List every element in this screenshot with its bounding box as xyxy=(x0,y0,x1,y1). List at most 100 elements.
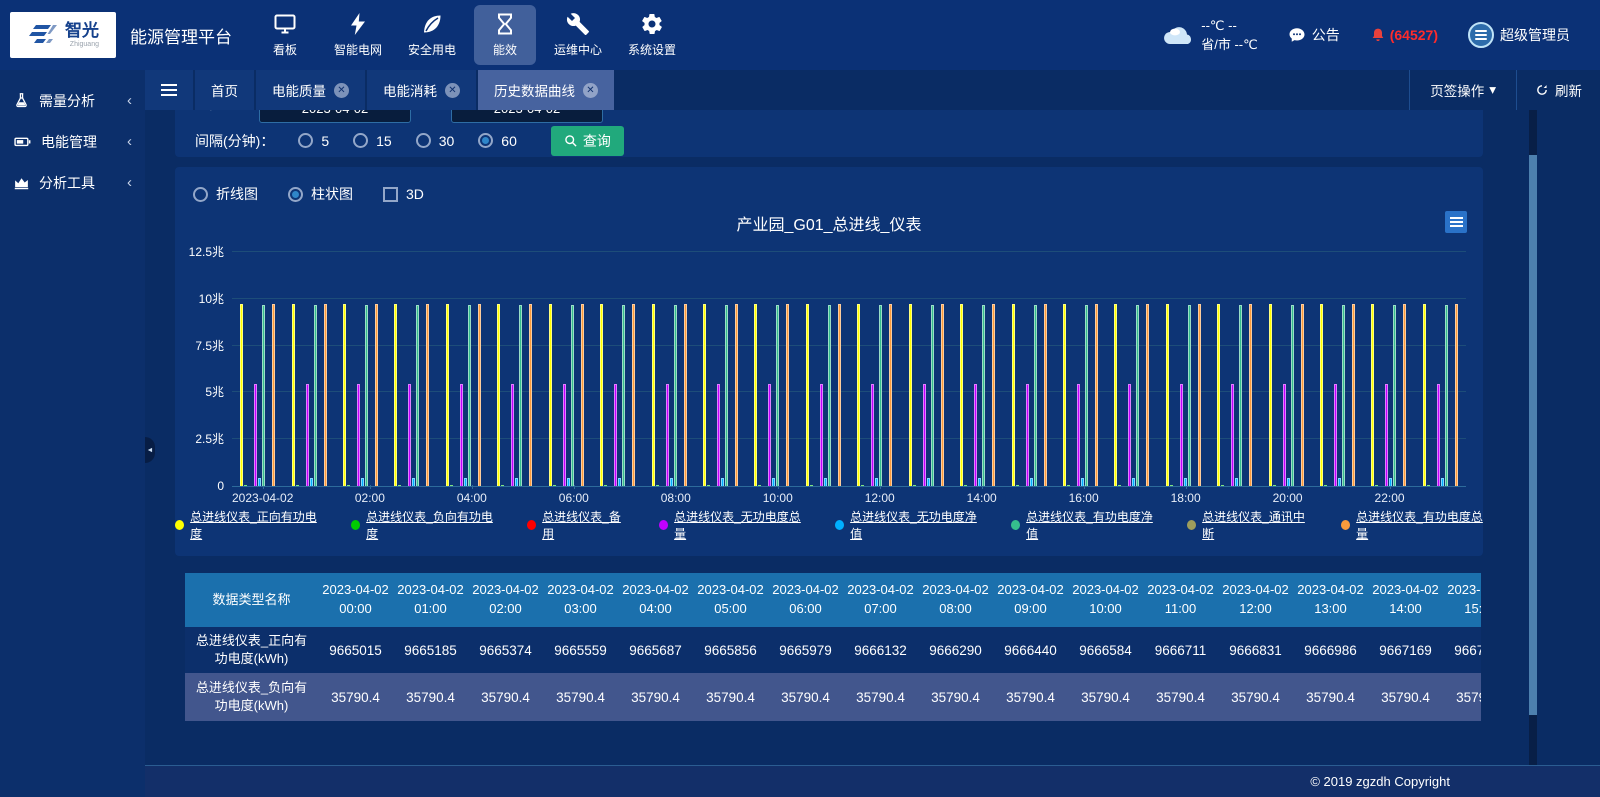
bar-group xyxy=(1260,252,1311,486)
nav-item-system-settings[interactable]: 系统设置 xyxy=(620,5,684,65)
x-axis-label: 02:00 xyxy=(344,491,395,505)
alarm-button[interactable]: (64527) xyxy=(1370,26,1438,44)
nav-item-safe-power[interactable]: 安全用电 xyxy=(400,5,464,65)
x-axis-label: 18:00 xyxy=(1160,491,1211,505)
legend-item[interactable]: 总进线仪表_无功电度总量 xyxy=(659,508,801,542)
search-button[interactable]: 查询 xyxy=(551,126,624,156)
start-date-input[interactable]: 2023-04-02 xyxy=(259,110,411,123)
interval-option-60[interactable]: 60 xyxy=(478,133,517,149)
chart-bar xyxy=(1235,478,1238,486)
main-content: ◄ 时间： 2023-04-02 2023-04-02 间隔(分钟)： 5 15… xyxy=(145,110,1600,765)
line-chart-option[interactable]: 折线图 xyxy=(193,184,258,204)
interval-option-5[interactable]: 5 xyxy=(298,133,329,149)
bar-group xyxy=(386,252,437,486)
nav-item-dashboard[interactable]: 看板 xyxy=(254,5,316,65)
legend-dot xyxy=(527,520,536,530)
tab-label: 历史数据曲线 xyxy=(494,80,575,100)
sidebar-item-demand-analysis[interactable]: 需量分析 ‹ xyxy=(0,80,145,121)
end-date-input[interactable]: 2023-04-02 xyxy=(451,110,603,123)
chart-bar xyxy=(1221,485,1224,486)
chart-export-menu-button[interactable] xyxy=(1445,211,1467,233)
chart-bar xyxy=(1166,304,1169,486)
chart-bar xyxy=(632,304,635,486)
chart-bar xyxy=(258,478,261,486)
chart-bar xyxy=(889,304,892,486)
bar-chart-option[interactable]: 柱状图 xyxy=(288,184,353,204)
legend-item[interactable]: 总进线仪表_无功电度净值 xyxy=(835,508,977,542)
sidebar-item-label: 电能管理 xyxy=(41,132,97,152)
chart-bar xyxy=(1128,384,1131,486)
sidebar-collapse-handle[interactable]: ◄ xyxy=(145,437,155,463)
legend-label: 总进线仪表_无功电度总量 xyxy=(674,508,801,542)
nav-item-energy-efficiency[interactable]: 能效 xyxy=(474,5,536,65)
legend-item[interactable]: 总进线仪表_有功电度净值 xyxy=(1011,508,1153,542)
tab-label: 电能消耗 xyxy=(383,80,437,100)
table-cell: 9665687 xyxy=(618,627,693,673)
tab-history-curve[interactable]: 历史数据曲线 ✕ xyxy=(478,70,614,110)
refresh-button[interactable]: 刷新 xyxy=(1516,70,1600,110)
close-icon[interactable]: ✕ xyxy=(583,83,598,98)
legend-item[interactable]: 总进线仪表_有功电度总量 xyxy=(1341,508,1483,542)
date-row: 时间： 2023-04-02 2023-04-02 xyxy=(195,110,1483,124)
chart-bar xyxy=(974,384,977,486)
table-cell: 35790.4 xyxy=(693,673,768,721)
sidebar-item-analysis-tools[interactable]: 分析工具 ‹ xyxy=(0,162,145,203)
vertical-scrollbar xyxy=(1529,110,1537,765)
legend-item[interactable]: 总进线仪表_正向有功电度 xyxy=(175,508,317,542)
footer: © 2019 zgzdh Copyright xyxy=(145,765,1600,797)
announcement-button[interactable]: 公告 xyxy=(1288,25,1340,45)
scrollbar-thumb[interactable] xyxy=(1529,155,1537,715)
chart-bar xyxy=(310,478,313,486)
table-header-cell: 数据类型名称 xyxy=(185,573,318,627)
tab-operations-dropdown[interactable]: 页签操作 ▾ xyxy=(1409,70,1516,110)
chart-bar xyxy=(927,478,930,486)
tab-energy-consumption[interactable]: 电能消耗 ✕ xyxy=(367,70,476,110)
tab-home[interactable]: 首页 xyxy=(195,70,254,110)
chart-bar xyxy=(674,305,677,486)
nav-item-ops-center[interactable]: 运维中心 xyxy=(546,5,610,65)
x-axis-label xyxy=(1313,491,1364,505)
interval-option-15[interactable]: 15 xyxy=(353,133,392,149)
table-cell: 9666584 xyxy=(1068,627,1143,673)
chart-bar xyxy=(1016,485,1019,486)
user-menu[interactable]: 超级管理员 xyxy=(1468,22,1570,48)
bar-group xyxy=(1158,252,1209,486)
sidebar-toggle-button[interactable] xyxy=(145,70,193,110)
close-icon[interactable]: ✕ xyxy=(445,83,460,98)
query-panel: 时间： 2023-04-02 2023-04-02 间隔(分钟)： 5 15 3… xyxy=(175,110,1483,157)
chart-bar xyxy=(1352,304,1355,486)
y-axis-label: 7.5兆 xyxy=(164,338,224,354)
table-cell: 9666290 xyxy=(918,627,993,673)
tab-power-quality[interactable]: 电能质量 ✕ xyxy=(256,70,365,110)
table-cell: 9667342 xyxy=(1443,627,1481,673)
chart-bar xyxy=(343,304,346,486)
three-d-option[interactable]: 3D xyxy=(383,186,424,202)
legend-item[interactable]: 总进线仪表_备用 xyxy=(527,508,625,542)
close-icon[interactable]: ✕ xyxy=(334,83,349,98)
chart-bar xyxy=(1180,384,1183,486)
interval-option-30[interactable]: 30 xyxy=(416,133,455,149)
nav-item-smart-grid[interactable]: 智能电网 xyxy=(326,5,390,65)
bar-groups xyxy=(232,252,1466,486)
chart-bar xyxy=(1198,304,1201,486)
chart-bar xyxy=(1231,384,1234,486)
legend-item[interactable]: 总进线仪表_通讯中断 xyxy=(1187,508,1307,542)
chart-bar xyxy=(497,304,500,486)
radio-icon xyxy=(298,133,313,148)
chart-bar xyxy=(1427,485,1430,486)
chart-bar xyxy=(1324,485,1327,486)
chart-bar xyxy=(622,305,625,486)
chart-bar xyxy=(1146,304,1149,486)
chart-bar xyxy=(1445,305,1448,486)
sidebar-item-energy-management[interactable]: 电能管理 ‹ xyxy=(0,121,145,162)
x-axis-label: 12:00 xyxy=(854,491,905,505)
chart-bar xyxy=(1269,304,1272,486)
bar-group xyxy=(1055,252,1106,486)
chart-legend: 总进线仪表_正向有功电度总进线仪表_负向有功电度总进线仪表_备用 总进线仪表_无功… xyxy=(175,508,1483,542)
legend-item[interactable]: 总进线仪表_负向有功电度 xyxy=(351,508,493,542)
chart-bar xyxy=(398,485,401,486)
chart-bar xyxy=(306,384,309,486)
legend-label: 总进线仪表_有功电度总量 xyxy=(1356,508,1483,542)
table-header-cell: 2023-04-02 14:00 xyxy=(1368,573,1443,627)
chart-bar xyxy=(240,304,243,486)
